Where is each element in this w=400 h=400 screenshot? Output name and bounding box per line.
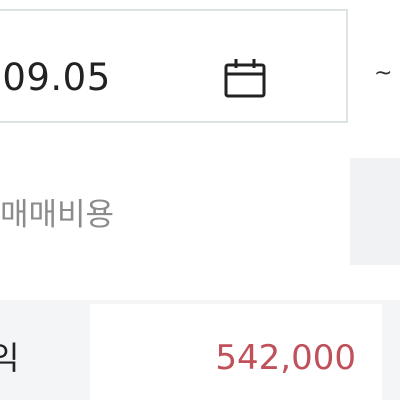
- start-date-value: 22.09.05: [0, 56, 111, 99]
- summary-value: 542,000: [215, 338, 356, 378]
- trading-fee-label: 매매비용: [0, 197, 115, 233]
- summary-value-cell: 542,000: [90, 304, 382, 400]
- summary-row-label: 익: [0, 339, 20, 377]
- calendar-icon[interactable]: [223, 57, 267, 99]
- start-date-input[interactable]: 22.09.05: [0, 9, 348, 123]
- date-range-separator: ~: [374, 61, 393, 86]
- screen: 22.09.05 ~ 매매비용 익 542,000: [0, 0, 400, 400]
- fee-option-button[interactable]: [350, 158, 400, 265]
